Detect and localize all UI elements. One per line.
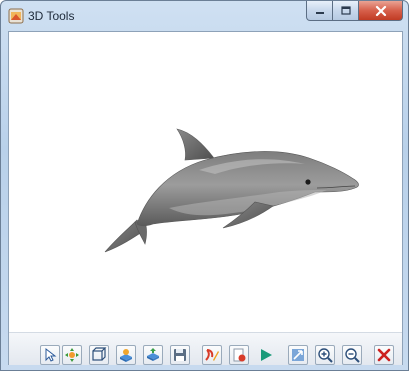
minimize-icon xyxy=(315,11,324,14)
move-tool-button[interactable] xyxy=(62,345,82,365)
close-button[interactable] xyxy=(359,1,403,21)
minimize-button[interactable] xyxy=(306,1,333,21)
maximize-icon xyxy=(340,5,351,15)
window-title: 3D Tools xyxy=(28,9,75,23)
export-model-tool-button[interactable] xyxy=(143,345,163,365)
record-tool-button[interactable] xyxy=(229,345,249,365)
close-x-icon xyxy=(377,348,391,362)
bounding-box-tool-button[interactable] xyxy=(89,345,109,365)
fit-view-tool-button[interactable] xyxy=(288,345,308,365)
cube-frame-icon xyxy=(92,347,107,361)
play-tool-button[interactable] xyxy=(256,345,276,365)
load-model-tool-button[interactable] xyxy=(116,345,136,365)
floppy-disk-icon xyxy=(174,349,186,361)
zoom-out-icon xyxy=(345,348,360,363)
client-area xyxy=(8,31,403,365)
save-tool-button[interactable] xyxy=(170,345,190,365)
edit-brush-icon xyxy=(205,349,219,361)
fit-view-icon xyxy=(292,349,304,361)
zoom-in-icon xyxy=(318,348,333,363)
app-icon[interactable] xyxy=(8,8,24,24)
app-window: 3D Tools xyxy=(0,0,409,371)
edit-tool-button[interactable] xyxy=(202,345,222,365)
zoom-out-tool-button[interactable] xyxy=(342,345,362,365)
caption-buttons xyxy=(306,1,403,21)
load-model-icon xyxy=(120,349,132,362)
export-model-icon xyxy=(147,348,159,361)
3d-viewport[interactable] xyxy=(9,32,402,332)
select-tool-button[interactable] xyxy=(40,345,60,365)
zoom-in-tool-button[interactable] xyxy=(315,345,335,365)
record-icon xyxy=(233,348,246,362)
title-bar[interactable]: 3D Tools xyxy=(1,1,408,31)
dolphin-model xyxy=(104,128,359,253)
close-tool-button[interactable] xyxy=(374,345,394,365)
close-icon xyxy=(375,5,386,16)
toolbar xyxy=(9,332,402,365)
play-icon xyxy=(261,349,272,361)
maximize-button[interactable] xyxy=(333,1,359,21)
cursor-arrow-icon xyxy=(45,347,57,362)
move-arrows-icon xyxy=(65,348,79,362)
